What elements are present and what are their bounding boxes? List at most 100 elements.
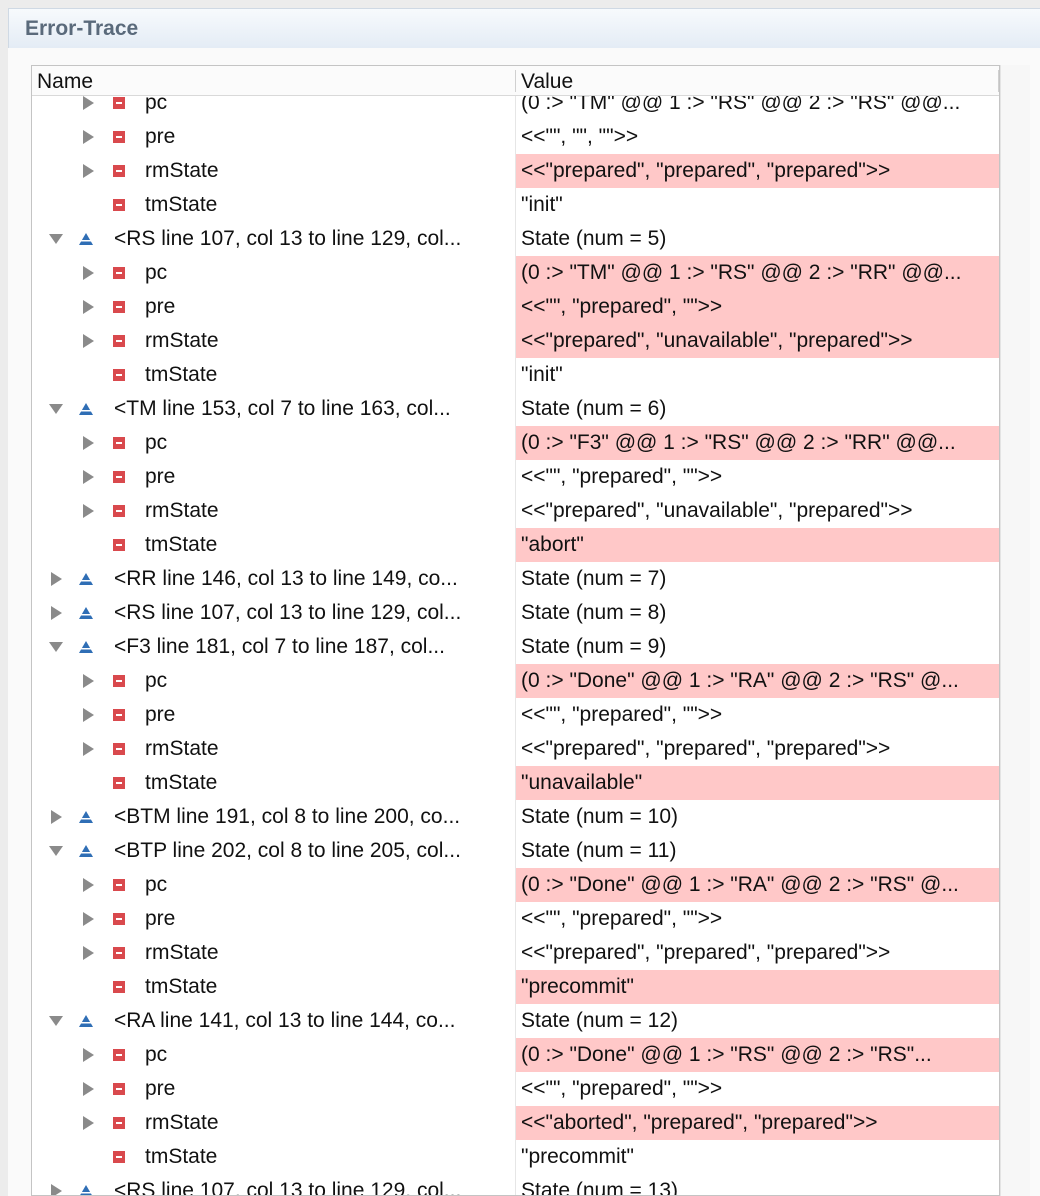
value-cell[interactable]: <<"prepared", "prepared", "prepared">> bbox=[515, 936, 999, 970]
collapsed-triangle-icon[interactable] bbox=[80, 877, 96, 893]
changed-value-cell[interactable]: "unavailable" bbox=[515, 766, 999, 800]
collapsed-triangle-icon[interactable] bbox=[48, 809, 64, 825]
collapsed-triangle-icon[interactable] bbox=[80, 265, 96, 281]
collapsed-triangle-icon[interactable] bbox=[80, 911, 96, 927]
variable-row[interactable]: tmState "unavailable" bbox=[32, 766, 999, 800]
name-cell[interactable]: rmState bbox=[32, 732, 515, 766]
column-divider[interactable] bbox=[515, 70, 516, 92]
value-cell[interactable]: <<"", "prepared", "">> bbox=[515, 698, 999, 732]
collapsed-triangle-icon[interactable] bbox=[80, 673, 96, 689]
name-cell[interactable]: pre bbox=[32, 290, 515, 324]
value-cell[interactable]: <<"", "prepared", "">> bbox=[515, 902, 999, 936]
collapsed-triangle-icon[interactable] bbox=[80, 741, 96, 757]
name-cell[interactable]: tmState bbox=[32, 188, 515, 222]
name-cell[interactable]: rmState bbox=[32, 324, 515, 358]
name-cell[interactable]: <TM line 153, col 7 to line 163, col... bbox=[32, 392, 515, 426]
changed-value-cell[interactable]: (0 :> "Done" @@ 1 :> "RA" @@ 2 :> "RS" @… bbox=[515, 664, 999, 698]
name-cell[interactable]: pre bbox=[32, 1072, 515, 1106]
name-column-header[interactable]: Name bbox=[37, 70, 93, 94]
variable-row[interactable]: pre <<"", "prepared", "">> bbox=[32, 290, 999, 324]
name-cell[interactable]: pc bbox=[32, 868, 515, 902]
variable-row[interactable]: rmState <<"prepared", "prepared", "prepar… bbox=[32, 936, 999, 970]
variable-row[interactable]: rmState <<"prepared", "unavailable", "pre… bbox=[32, 494, 999, 528]
expanded-triangle-icon[interactable] bbox=[48, 401, 64, 417]
variable-row[interactable]: tmState "abort" bbox=[32, 528, 999, 562]
value-cell[interactable]: "init" bbox=[515, 188, 999, 222]
name-cell[interactable]: rmState bbox=[32, 1106, 515, 1140]
collapsed-triangle-icon[interactable] bbox=[48, 1183, 64, 1195]
name-cell[interactable]: tmState bbox=[32, 970, 515, 1004]
changed-value-cell[interactable]: <<"prepared", "prepared", "prepared">> bbox=[515, 154, 999, 188]
value-cell[interactable]: <<"prepared", "unavailable", "prepared">… bbox=[515, 494, 999, 528]
value-cell[interactable]: <<"", "", "">> bbox=[515, 120, 999, 154]
state-row[interactable]: <BTP line 202, col 8 to line 205, col...… bbox=[32, 834, 999, 868]
collapsed-triangle-icon[interactable] bbox=[80, 333, 96, 349]
variable-row[interactable]: pre <<"", "prepared", "">> bbox=[32, 460, 999, 494]
changed-value-cell[interactable]: (0 :> "F3" @@ 1 :> "RS" @@ 2 :> "RR" @@.… bbox=[515, 426, 999, 460]
variable-row[interactable]: rmState <<"prepared", "prepared", "prepar… bbox=[32, 732, 999, 766]
collapsed-triangle-icon[interactable] bbox=[80, 129, 96, 145]
variable-row[interactable]: rmState <<"aborted", "prepared", "prepare… bbox=[32, 1106, 999, 1140]
collapsed-triangle-icon[interactable] bbox=[80, 163, 96, 179]
variable-row[interactable]: pre <<"", "", "">> bbox=[32, 120, 999, 154]
state-row[interactable]: <TM line 153, col 7 to line 163, col... S… bbox=[32, 392, 999, 426]
state-row[interactable]: <RS line 107, col 13 to line 129, col...… bbox=[32, 1174, 999, 1195]
state-row[interactable]: <F3 line 181, col 7 to line 187, col... S… bbox=[32, 630, 999, 664]
error-trace-tree[interactable]: pc (0 :> "TM" @@ 1 :> "RS" @@ 2 :> "RS" @… bbox=[31, 65, 1000, 1196]
name-cell[interactable]: tmState bbox=[32, 528, 515, 562]
variable-row[interactable]: pc (0 :> "F3" @@ 1 :> "RS" @@ 2 :> "RR" @… bbox=[32, 426, 999, 460]
state-row[interactable]: <BTM line 191, col 8 to line 200, co... S… bbox=[32, 800, 999, 834]
expanded-triangle-icon[interactable] bbox=[48, 231, 64, 247]
variable-row[interactable]: rmState <<"prepared", "prepared", "prepar… bbox=[32, 154, 999, 188]
name-cell[interactable]: pre bbox=[32, 120, 515, 154]
variable-row[interactable]: tmState "precommit" bbox=[32, 970, 999, 1004]
variable-row[interactable]: pre <<"", "prepared", "">> bbox=[32, 1072, 999, 1106]
value-cell[interactable]: State (num = 8) bbox=[515, 596, 999, 630]
variable-row[interactable]: pc (0 :> "Done" @@ 1 :> "RS" @@ 2 :> "RS"… bbox=[32, 1038, 999, 1072]
name-cell[interactable]: pre bbox=[32, 698, 515, 732]
name-cell[interactable]: pc bbox=[32, 426, 515, 460]
variable-row[interactable]: tmState "init" bbox=[32, 358, 999, 392]
changed-value-cell[interactable]: "precommit" bbox=[515, 970, 999, 1004]
expanded-triangle-icon[interactable] bbox=[48, 1013, 64, 1029]
state-row[interactable]: <RS line 107, col 13 to line 129, col...… bbox=[32, 596, 999, 630]
collapsed-triangle-icon[interactable] bbox=[80, 435, 96, 451]
collapsed-triangle-icon[interactable] bbox=[48, 605, 64, 621]
value-column-header[interactable]: Value bbox=[521, 70, 573, 94]
collapsed-triangle-icon[interactable] bbox=[80, 299, 96, 315]
collapsed-triangle-icon[interactable] bbox=[48, 571, 64, 587]
name-cell[interactable]: tmState bbox=[32, 358, 515, 392]
value-cell[interactable]: State (num = 9) bbox=[515, 630, 999, 664]
name-cell[interactable]: <RS line 107, col 13 to line 129, col... bbox=[32, 1174, 515, 1195]
changed-value-cell[interactable]: (0 :> "TM" @@ 1 :> "RS" @@ 2 :> "RR" @@.… bbox=[515, 256, 999, 290]
changed-value-cell[interactable]: <<"prepared", "unavailable", "prepared">… bbox=[515, 324, 999, 358]
name-cell[interactable]: <RS line 107, col 13 to line 129, col... bbox=[32, 596, 515, 630]
name-cell[interactable]: <BTM line 191, col 8 to line 200, co... bbox=[32, 800, 515, 834]
collapsed-triangle-icon[interactable] bbox=[80, 469, 96, 485]
vertical-scrollbar[interactable] bbox=[1000, 65, 1030, 1196]
variable-row[interactable]: pre <<"", "prepared", "">> bbox=[32, 698, 999, 732]
value-cell[interactable]: "init" bbox=[515, 358, 999, 392]
name-cell[interactable]: <BTP line 202, col 8 to line 205, col... bbox=[32, 834, 515, 868]
changed-value-cell[interactable]: "abort" bbox=[515, 528, 999, 562]
variable-row[interactable]: pre <<"", "prepared", "">> bbox=[32, 902, 999, 936]
value-cell[interactable]: State (num = 11) bbox=[515, 834, 999, 868]
name-cell[interactable]: tmState bbox=[32, 1140, 515, 1174]
collapsed-triangle-icon[interactable] bbox=[80, 707, 96, 723]
collapsed-triangle-icon[interactable] bbox=[80, 1081, 96, 1097]
name-cell[interactable]: pc bbox=[32, 664, 515, 698]
collapsed-triangle-icon[interactable] bbox=[80, 503, 96, 519]
value-cell[interactable]: "precommit" bbox=[515, 1140, 999, 1174]
variable-row[interactable]: pc (0 :> "Done" @@ 1 :> "RA" @@ 2 :> "RS"… bbox=[32, 868, 999, 902]
name-cell[interactable]: tmState bbox=[32, 766, 515, 800]
name-cell[interactable]: rmState bbox=[32, 154, 515, 188]
changed-value-cell[interactable]: (0 :> "Done" @@ 1 :> "RA" @@ 2 :> "RS" @… bbox=[515, 868, 999, 902]
changed-value-cell[interactable]: <<"aborted", "prepared", "prepared">> bbox=[515, 1106, 999, 1140]
collapsed-triangle-icon[interactable] bbox=[80, 945, 96, 961]
name-cell[interactable]: pc bbox=[32, 1038, 515, 1072]
changed-value-cell[interactable]: <<"", "prepared", "">> bbox=[515, 290, 999, 324]
variable-row[interactable]: pc (0 :> "TM" @@ 1 :> "RS" @@ 2 :> "RR" @… bbox=[32, 256, 999, 290]
expanded-triangle-icon[interactable] bbox=[48, 843, 64, 859]
name-cell[interactable]: <RR line 146, col 13 to line 149, co... bbox=[32, 562, 515, 596]
variable-row[interactable]: rmState <<"prepared", "unavailable", "pre… bbox=[32, 324, 999, 358]
